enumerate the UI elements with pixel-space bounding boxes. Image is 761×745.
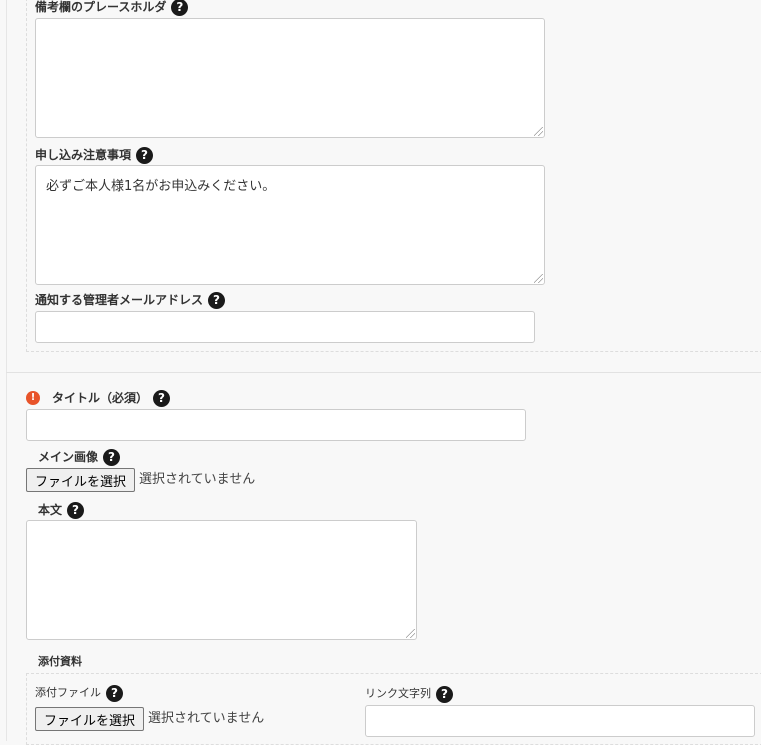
resize-handle[interactable] <box>534 127 543 136</box>
title-input[interactable] <box>26 409 526 441</box>
resize-handle[interactable] <box>534 274 543 283</box>
help-icon[interactable]: ? <box>436 685 453 703</box>
section-divider <box>6 372 761 373</box>
link-text-label: リンク文字列 ? <box>365 685 453 703</box>
admin-email-input[interactable] <box>35 311 535 343</box>
attachments-heading: 添付資料 <box>38 655 82 668</box>
main-image-file-button[interactable]: ファイルを選択 <box>26 468 135 492</box>
required-icon: ! <box>26 391 40 405</box>
help-icon[interactable]: ? <box>103 448 121 466</box>
application-notes-textarea[interactable]: 必ずご本人様1名がお申込みください。 <box>35 165 545 285</box>
remarks-placeholder-textarea[interactable] <box>35 18 545 138</box>
main-image-label: メイン画像 ? <box>38 448 121 466</box>
help-icon[interactable]: ? <box>136 146 154 164</box>
help-icon[interactable]: ? <box>106 684 123 702</box>
body-textarea[interactable] <box>26 520 417 640</box>
link-text-input[interactable] <box>365 705 755 737</box>
admin-email-label: 通知する管理者メールアドレス ? <box>35 291 226 309</box>
body-label: 本文 ? <box>38 501 85 519</box>
application-notes-label: 申し込み注意事項 ? <box>35 146 154 164</box>
help-icon[interactable]: ? <box>153 389 171 407</box>
resize-handle[interactable] <box>406 629 415 638</box>
main-image-file-status: 選択されていません <box>139 472 256 487</box>
attachment-file-label: 添付ファイル ? <box>35 684 123 702</box>
attachment-file-button[interactable]: ファイルを選択 <box>35 707 144 731</box>
title-label: ! タイトル（必須） ? <box>26 389 171 407</box>
left-border <box>6 0 7 741</box>
help-icon[interactable]: ? <box>67 501 85 519</box>
help-icon[interactable]: ? <box>208 291 226 309</box>
remarks-placeholder-label: 備考欄のプレースホルダ ? <box>35 0 189 16</box>
attachment-file-status: 選択されていません <box>148 711 265 726</box>
help-icon[interactable]: ? <box>171 0 189 16</box>
